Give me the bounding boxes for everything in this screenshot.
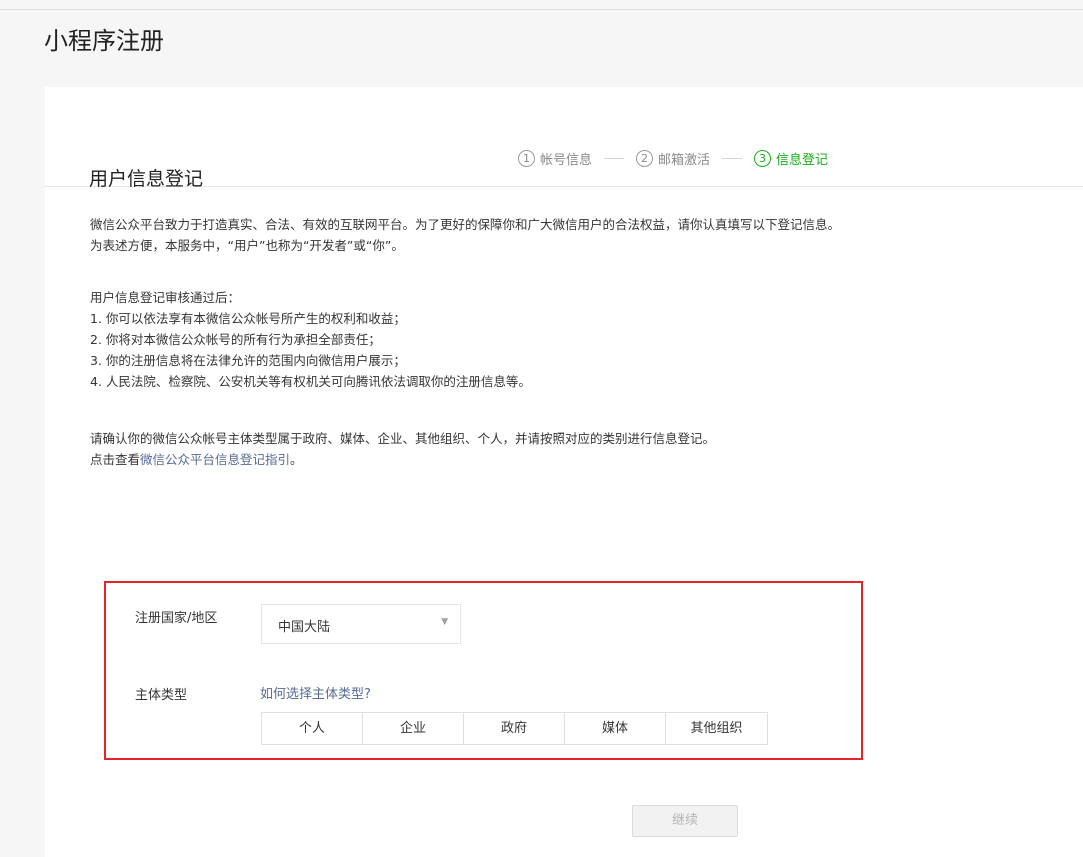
guide-suffix: 。	[290, 452, 303, 467]
rights-line: 用户信息登记审核通过后：	[90, 290, 241, 305]
entity-type-label: 主体类型	[135, 688, 188, 703]
rights-line: 3. 你的注册信息将在法律允许的范围内向微信用户展示；	[90, 353, 406, 368]
step-label: 信息登记	[776, 152, 829, 168]
guide-line: 点击查看微信公众平台信息登记指引。	[90, 449, 715, 470]
confirm-line: 请确认你的微信公众帐号主体类型属于政府、媒体、企业、其他组织、个人，并请按照对应…	[90, 431, 716, 446]
entity-type-government[interactable]: 政府	[464, 713, 565, 744]
chevron-down-icon: ▼	[441, 617, 448, 627]
entity-type-individual[interactable]: 个人	[262, 713, 363, 744]
registration-guide-link[interactable]: 微信公众平台信息登记指引	[140, 452, 290, 467]
rights-paragraph: 用户信息登记审核通过后： 1. 你可以依法享有本微信公众帐号所产生的权利和收益；…	[90, 287, 531, 392]
rights-line: 2. 你将对本微信公众帐号的所有行为承担全部责任；	[90, 332, 381, 347]
entity-type-help-link[interactable]: 如何选择主体类型?	[260, 683, 371, 702]
step-email-activation: 2 邮箱激活	[636, 149, 710, 168]
entity-type-media[interactable]: 媒体	[565, 713, 666, 744]
continue-button[interactable]: 继续	[632, 805, 738, 837]
step-separator	[722, 157, 743, 159]
step-info-registration: 3 信息登记	[754, 149, 828, 168]
confirm-paragraph: 请确认你的微信公众帐号主体类型属于政府、媒体、企业、其他组织、个人，并请按照对应…	[90, 428, 715, 470]
rights-line: 1. 你可以依法享有本微信公众帐号所产生的权利和收益；	[90, 311, 406, 326]
step-label: 帐号信息	[540, 152, 593, 168]
country-label: 注册国家/地区	[135, 611, 218, 626]
intro-paragraph: 微信公众平台致力于打造真实、合法、有效的互联网平台。为了更好的保障你和广大微信用…	[90, 214, 840, 256]
entity-type-other-org[interactable]: 其他组织	[666, 713, 767, 744]
intro-line: 为表述方便，本服务中，“用户”也称为“开发者”或“你”。	[90, 238, 404, 253]
country-select-value: 中国大陆	[278, 620, 331, 635]
step-number-1: 1	[518, 149, 535, 167]
intro-line: 微信公众平台致力于打造真实、合法、有效的互联网平台。为了更好的保障你和广大微信用…	[90, 217, 841, 232]
country-select[interactable]: 中国大陆 ▼	[261, 604, 461, 644]
step-number-2: 2	[636, 149, 654, 167]
page-title: 小程序注册	[44, 27, 164, 55]
step-account-info: 1 帐号信息	[518, 149, 592, 168]
rights-line: 4. 人民法院、检察院、公安机关等有权机关可向腾讯依法调取你的注册信息等。	[90, 374, 531, 389]
entity-type-enterprise[interactable]: 企业	[363, 713, 464, 744]
top-divider	[0, 9, 1083, 10]
step-number-3: 3	[754, 149, 772, 167]
step-indicator: 1 帐号信息 2 邮箱激活 3 信息登记	[518, 146, 828, 170]
entity-type-options: 个人 企业 政府 媒体 其他组织	[261, 712, 768, 745]
section-title: 用户信息登记	[89, 168, 204, 190]
step-separator	[604, 157, 625, 159]
guide-prefix: 点击查看	[90, 452, 141, 467]
step-label: 邮箱激活	[658, 152, 711, 168]
